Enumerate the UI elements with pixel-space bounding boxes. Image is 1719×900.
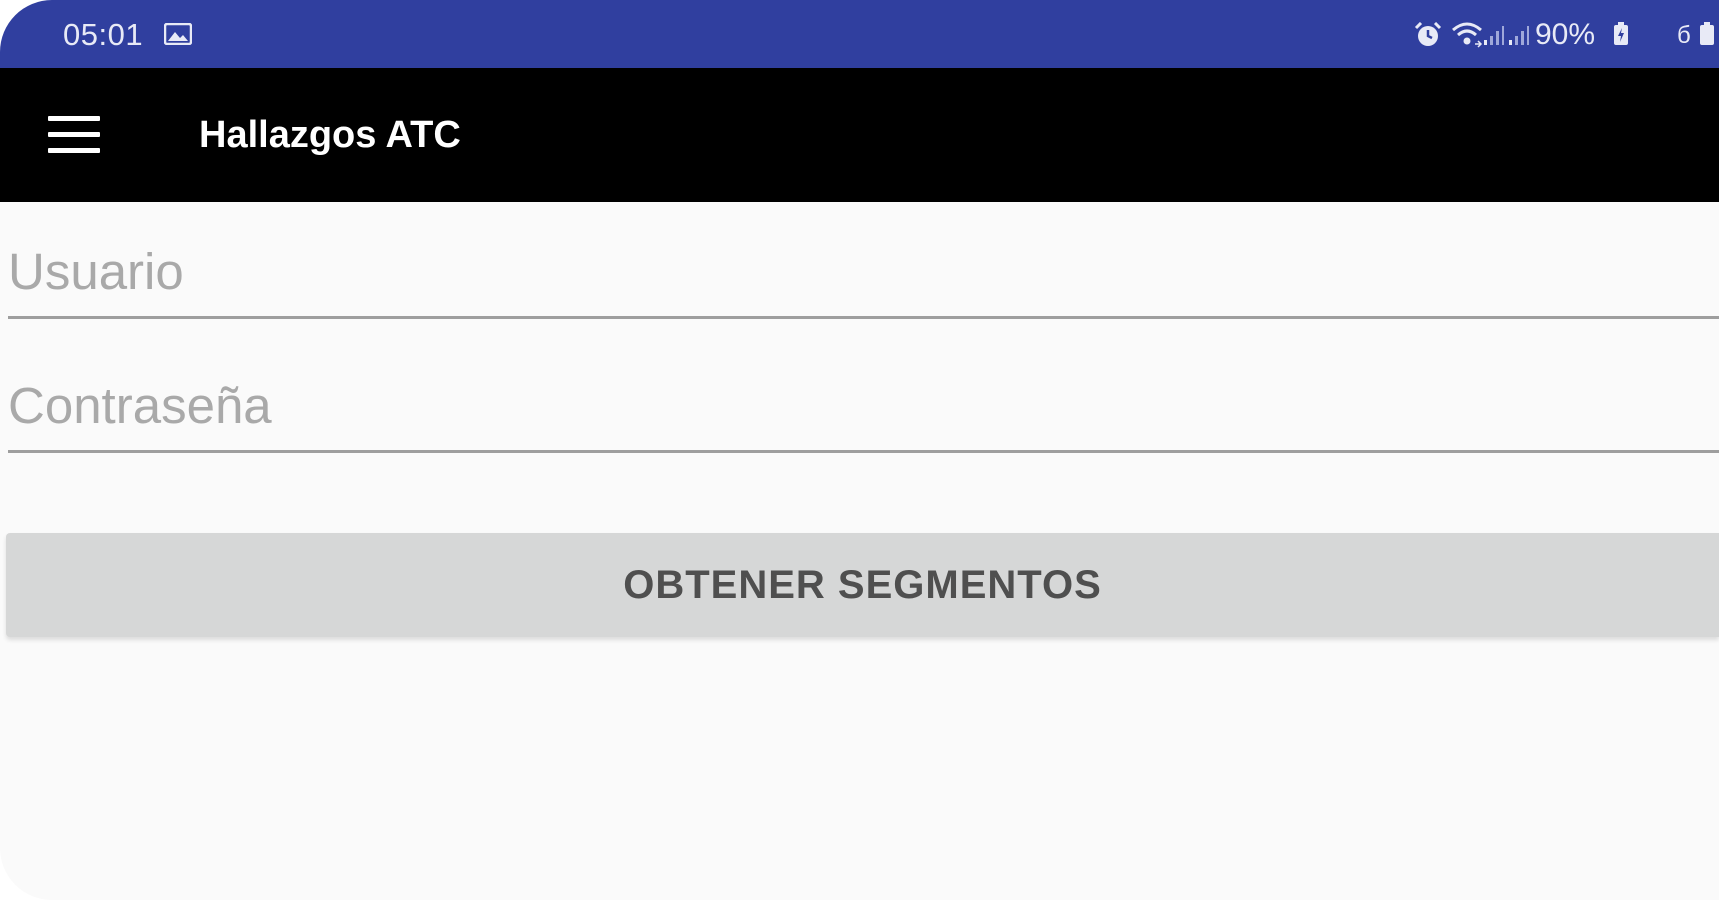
app-title: Hallazgos ATC <box>199 114 461 156</box>
nfc-icon: б <box>1677 22 1691 49</box>
username-input[interactable] <box>8 226 1719 316</box>
password-input[interactable] <box>8 360 1719 450</box>
battery-icon <box>1614 22 1628 45</box>
signal-icon <box>1509 26 1529 45</box>
app-screen: 05:01 90% б Hallazgos ATC Usuario OBTENE… <box>0 0 1719 900</box>
password-field-container <box>8 360 1719 453</box>
app-toolbar: Hallazgos ATC <box>0 68 1719 202</box>
status-time: 05:01 <box>63 17 144 52</box>
signal-icon <box>1484 26 1504 45</box>
battery-icon <box>1700 22 1714 45</box>
alarm-icon <box>1414 22 1442 46</box>
status-bar: 05:01 90% б <box>0 0 1719 68</box>
username-field-container <box>8 226 1719 319</box>
hamburger-menu-icon[interactable] <box>36 106 110 164</box>
get-segments-button[interactable]: OBTENER SEGMENTOS <box>6 533 1719 637</box>
wifi-icon <box>1452 22 1483 48</box>
gallery-icon <box>164 23 192 45</box>
battery-percent: 90% <box>1535 18 1596 51</box>
